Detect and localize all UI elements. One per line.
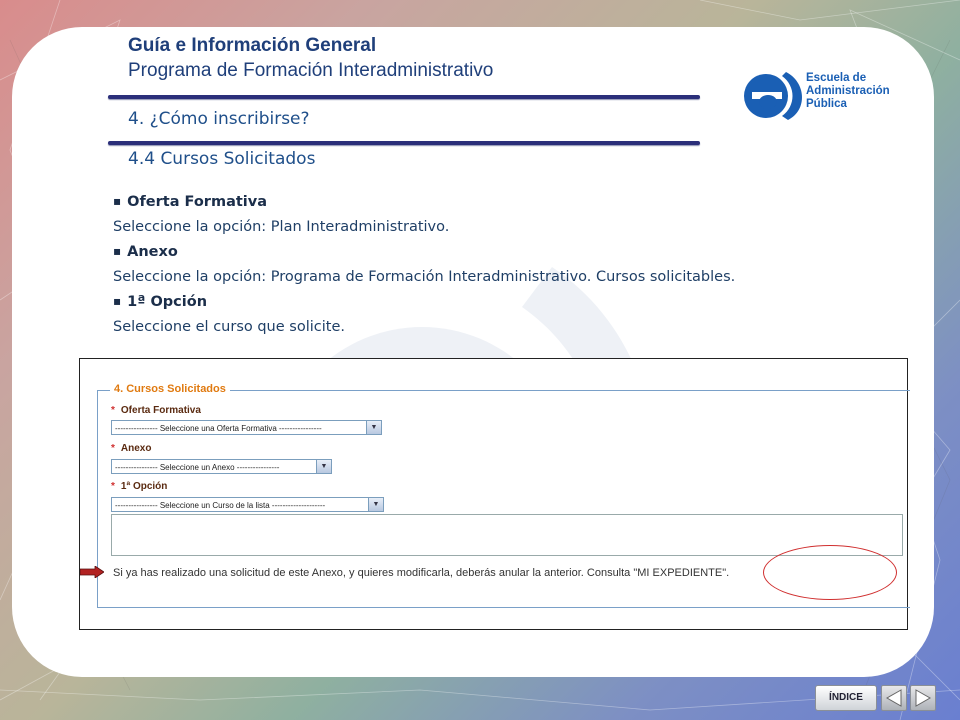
logo-line-3: Pública	[806, 98, 847, 110]
next-button[interactable]	[910, 685, 936, 711]
previous-button[interactable]	[881, 685, 907, 711]
pointer-arrow-icon	[80, 566, 104, 578]
required-marker: *	[111, 405, 115, 416]
instruction-heading-opcion: 1ª Opción	[113, 290, 735, 315]
section-heading: 4. ¿Cómo inscribirse?	[128, 109, 310, 129]
logo-line-2: Administración	[806, 85, 890, 97]
course-list-box[interactable]	[111, 514, 903, 556]
field-label-opcion: * 1ª Opción	[111, 481, 168, 492]
opcion-select[interactable]: ---------------- Seleccione un Curso de …	[111, 497, 384, 512]
logo-text: Escuela de Administración Pública	[806, 72, 890, 111]
form-screenshot: 4. Cursos Solicitados * Oferta Formativa …	[79, 358, 910, 630]
oferta-select[interactable]: ---------------- Seleccione una Oferta F…	[111, 420, 382, 435]
instruction-heading-anexo: Anexo	[113, 240, 735, 265]
page-subtitle: Programa de Formación Interadministrativ…	[128, 60, 494, 81]
section-divider	[108, 141, 700, 145]
chevron-down-icon[interactable]: ▼	[366, 421, 381, 434]
field-label-oferta: * Oferta Formativa	[111, 405, 201, 416]
instruction-text-anexo: Seleccione la opción: Programa de Formac…	[113, 269, 736, 285]
required-marker: *	[111, 481, 115, 492]
chevron-down-icon[interactable]: ▼	[316, 460, 331, 473]
expediente-notice: Si ya has realizado una solicitud de est…	[113, 567, 730, 579]
highlight-circle	[763, 545, 897, 600]
instruction-text-opcion: Seleccione el curso que solicite.	[113, 319, 345, 335]
instruction-text-oferta: Seleccione la opción: Plan Interadminist…	[113, 219, 450, 235]
index-button[interactable]: ÍNDICE	[815, 685, 877, 711]
form-legend: 4. Cursos Solicitados	[110, 383, 230, 395]
triangle-right-icon	[915, 689, 932, 707]
page-title: Guía e Información General	[128, 35, 377, 56]
chevron-down-icon[interactable]: ▼	[368, 498, 383, 511]
field-label-anexo: * Anexo	[111, 443, 152, 454]
anexo-select[interactable]: ---------------- Seleccione un Anexo ---…	[111, 459, 332, 474]
triangle-left-icon	[885, 689, 902, 707]
logo-line-1: Escuela de	[806, 72, 867, 84]
instruction-heading-oferta: Oferta Formativa	[113, 190, 735, 215]
required-marker: *	[111, 443, 115, 454]
title-divider	[108, 95, 700, 99]
subsection-heading: 4.4 Cursos Solicitados	[128, 149, 316, 169]
instructions: Oferta Formativa Seleccione la opción: P…	[113, 190, 735, 340]
